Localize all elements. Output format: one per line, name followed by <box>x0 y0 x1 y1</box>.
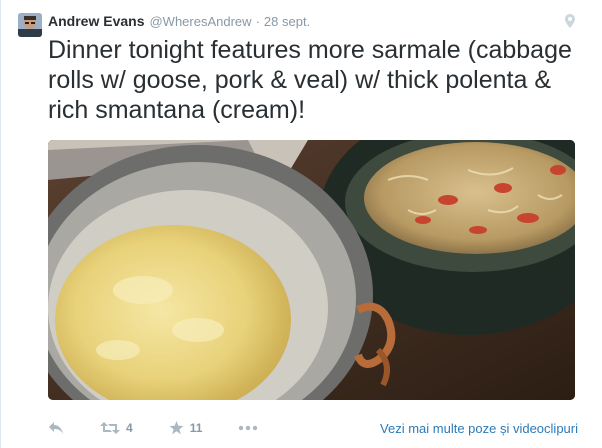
retweet-icon[interactable] <box>100 421 120 435</box>
more-media-link[interactable]: Vezi mai multe poze și videoclipuri <box>380 421 578 436</box>
tweet-text: Dinner tonight features more sarmale (ca… <box>48 36 572 124</box>
tweet-header: Andrew Evans @WheresAndrew · 28 sept. <box>48 13 572 31</box>
star-icon[interactable] <box>169 421 184 435</box>
favorite-action[interactable]: 11 <box>169 421 203 435</box>
reply-icon[interactable] <box>48 421 64 435</box>
tweet-timestamp[interactable]: 28 sept. <box>264 14 310 29</box>
avatar[interactable] <box>18 13 42 37</box>
more-dots-icon[interactable] <box>238 425 258 431</box>
author-fullname[interactable]: Andrew Evans <box>48 13 144 29</box>
more-action[interactable] <box>238 425 258 431</box>
retweet-action[interactable]: 4 <box>100 421 133 435</box>
tweet-photo[interactable] <box>48 140 575 400</box>
favorite-count: 11 <box>189 421 203 435</box>
tweet-card[interactable]: Andrew Evans @WheresAndrew · 28 sept. Di… <box>0 0 602 448</box>
map-pin-icon[interactable] <box>565 14 575 28</box>
header-separator: · <box>255 14 260 29</box>
tweet-actions: 4 11 Vezi mai multe poze și videoclipuri <box>48 418 578 438</box>
retweet-count: 4 <box>126 421 133 435</box>
reply-action[interactable] <box>48 421 64 435</box>
author-username[interactable]: @WheresAndrew <box>149 14 251 29</box>
